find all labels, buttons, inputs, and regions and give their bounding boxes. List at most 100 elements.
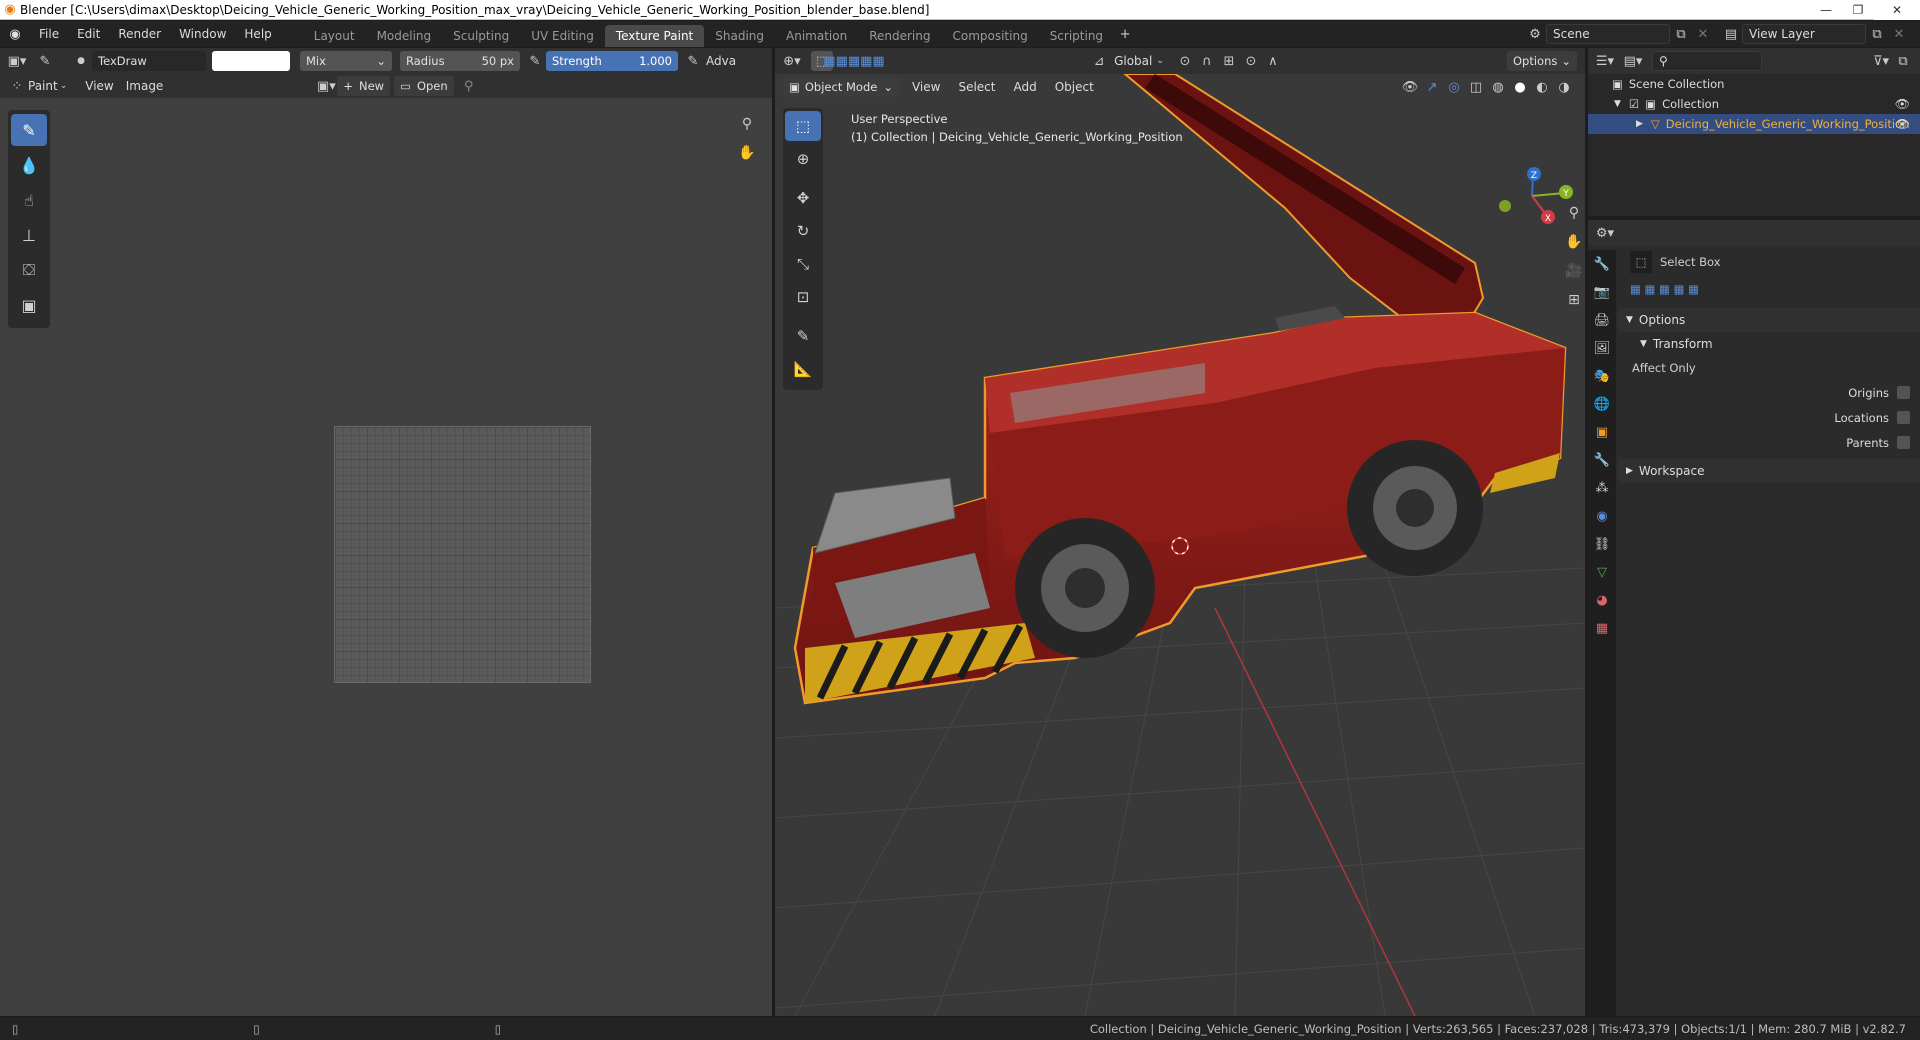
select-box-tool-icon[interactable]: ⬚ (785, 111, 821, 141)
physics-tab-icon[interactable]: ◉ (1588, 502, 1616, 530)
rendered-shading-icon[interactable]: ◑ (1553, 77, 1575, 97)
options-menu[interactable]: Options ⌄ (1506, 51, 1577, 71)
tab-texture-paint[interactable]: Texture Paint (604, 25, 705, 47)
data-tab-icon[interactable]: ▽ (1588, 558, 1616, 586)
outliner-collection[interactable]: ▼ ☑ ▣ Collection 👁 (1588, 94, 1920, 114)
scene-tab-icon[interactable]: 🎭 (1588, 362, 1616, 390)
eye-icon[interactable]: 👁 (1895, 117, 1910, 131)
parents-checkbox[interactable] (1897, 436, 1910, 449)
3d-viewport[interactable]: Z Y X ⊕▾ ⬚ ▦▦▦▦▦ ⊿ Global ⌄ ⊙ ∩ ⊞ ⊙ ∧ Op… (775, 48, 1585, 1016)
filter-icon[interactable]: ⊽▾ (1870, 51, 1892, 71)
radius-field[interactable]: Radius 50 px (400, 51, 520, 71)
image-canvas[interactable] (334, 426, 591, 683)
outliner-object[interactable]: ▶ ▽ Deicing_Vehicle_Generic_Working_Posit… (1588, 114, 1920, 134)
output-tab-icon[interactable]: 🖨 (1588, 306, 1616, 334)
brush-icon[interactable]: ✎ (34, 51, 56, 71)
material-tab-icon[interactable]: ◕ (1588, 586, 1616, 614)
menu-add[interactable]: Add (1004, 74, 1045, 100)
tab-rendering[interactable]: Rendering (858, 25, 941, 47)
mask-tool-icon[interactable]: ▣ (11, 289, 47, 321)
outliner-scene-collection[interactable]: ▣ Scene Collection (1588, 74, 1920, 94)
brush-name-field[interactable]: TexDraw (92, 51, 206, 71)
view-layer-icon[interactable]: ▤ (1720, 24, 1742, 44)
workspace-panel-header[interactable]: ▶ Workspace (1618, 459, 1920, 483)
new-view-layer-icon[interactable]: ⧉ (1866, 24, 1888, 44)
radius-pressure-icon[interactable]: ✎ (524, 51, 546, 71)
minimize-button[interactable]: — (1810, 0, 1842, 20)
texture-tab-icon[interactable]: ▦ (1588, 614, 1616, 642)
transform-tool-icon[interactable]: ⊡ (785, 282, 821, 312)
render-tab-icon[interactable]: 📷 (1588, 278, 1616, 306)
editor-type-icon[interactable]: ☰▾ (1594, 51, 1616, 71)
view-layer-tab-icon[interactable]: 🖼 (1588, 334, 1616, 362)
locations-checkbox[interactable] (1897, 411, 1910, 424)
solid-shading-icon[interactable]: ● (1509, 77, 1531, 97)
tab-sculpting[interactable]: Sculpting (442, 25, 520, 47)
tab-compositing[interactable]: Compositing (941, 25, 1038, 47)
tab-animation[interactable]: Animation (775, 25, 858, 47)
locations-row[interactable]: Locations (1618, 405, 1920, 430)
tab-scripting[interactable]: Scripting (1039, 25, 1114, 47)
tool-tab-icon[interactable]: 🔧 (1588, 250, 1616, 278)
world-tab-icon[interactable]: 🌐 (1588, 390, 1616, 418)
strength-pressure-icon[interactable]: ✎ (682, 51, 704, 71)
soften-tool-icon[interactable]: 💧 (11, 149, 47, 181)
menu-edit[interactable]: Edit (68, 21, 109, 47)
clone-tool-icon[interactable]: ⊥ (11, 219, 47, 251)
parents-row[interactable]: Parents (1618, 430, 1920, 455)
menu-select[interactable]: Select (949, 74, 1004, 100)
close-button[interactable]: ✕ (1874, 0, 1920, 20)
menu-view[interactable]: View (903, 74, 949, 100)
tab-modeling[interactable]: Modeling (366, 25, 443, 47)
new-collection-icon[interactable]: ⧉ (1892, 51, 1914, 71)
fill-tool-icon[interactable]: ⛋ (11, 254, 47, 286)
origins-row[interactable]: Origins (1618, 380, 1920, 405)
maximize-button[interactable]: ❐ (1842, 0, 1874, 20)
menu-view[interactable]: View (79, 73, 119, 99)
options-panel-header[interactable]: ▼ Options (1618, 308, 1920, 332)
menu-image[interactable]: Image (120, 73, 170, 99)
display-mode-icon[interactable]: ▤▾ (1622, 51, 1644, 71)
cursor-tool-icon[interactable]: ⊕ (785, 144, 821, 174)
measure-tool-icon[interactable]: 📐 (785, 354, 821, 384)
tab-shading[interactable]: Shading (704, 25, 775, 47)
wireframe-shading-icon[interactable]: ◍ (1487, 77, 1509, 97)
object-mode-select[interactable]: ▣ Object Mode ⌄ (783, 77, 899, 97)
delete-view-layer-icon[interactable]: ✕ (1888, 24, 1910, 44)
outliner-search-input[interactable]: ⚲ (1652, 51, 1762, 71)
transform-subpanel-header[interactable]: ▼ Transform (1618, 332, 1920, 356)
menu-window[interactable]: Window (170, 21, 235, 47)
camera-view-icon[interactable]: 🎥 (1562, 259, 1585, 283)
add-workspace-icon[interactable]: + (1114, 24, 1136, 44)
snap-icon[interactable]: ∩ (1196, 51, 1218, 71)
gizmo-toggle-icon[interactable]: ↗ (1421, 77, 1443, 97)
origins-checkbox[interactable] (1897, 386, 1910, 399)
menu-help[interactable]: Help (235, 21, 280, 47)
brush-color-swatch[interactable] (212, 51, 290, 71)
selection-mode-icons[interactable]: ▦▦▦▦▦ (823, 51, 884, 71)
pan-hand-icon[interactable]: ✋ (735, 141, 759, 165)
scene-icon[interactable]: ⚙ (1524, 24, 1546, 44)
menu-object[interactable]: Object (1046, 74, 1103, 100)
editor-type-icon[interactable]: ⊕▾ (781, 51, 803, 71)
scene-selector[interactable]: Scene (1546, 24, 1670, 44)
move-tool-icon[interactable]: ✥ (785, 183, 821, 213)
new-image-button[interactable]: + New (337, 76, 391, 96)
blender-menu-icon[interactable]: ◉ (0, 24, 30, 44)
zoom-icon[interactable]: ⚲ (735, 112, 759, 136)
advanced-menu[interactable]: Adva (704, 48, 738, 74)
object-tab-icon[interactable]: ▣ (1588, 418, 1616, 446)
new-scene-icon[interactable]: ⧉ (1670, 24, 1692, 44)
constraints-tab-icon[interactable]: ⛓ (1588, 530, 1616, 558)
blend-mode-select[interactable]: Mix ⌄ (300, 51, 392, 71)
pivot-icon[interactable]: ⊙ (1174, 51, 1196, 71)
menu-render[interactable]: Render (109, 21, 170, 47)
falloff-icon[interactable]: ∧ (1262, 51, 1284, 71)
pan-hand-icon[interactable]: ✋ (1562, 230, 1585, 254)
ortho-toggle-icon[interactable]: ⊞ (1562, 288, 1585, 312)
material-shading-icon[interactable]: ◐ (1531, 77, 1553, 97)
modifier-tab-icon[interactable]: 🔧 (1588, 446, 1616, 474)
open-image-button[interactable]: ▭ Open (394, 76, 454, 96)
snap-target-icon[interactable]: ⊞ (1218, 51, 1240, 71)
eye-icon[interactable]: 👁 (1895, 97, 1910, 111)
